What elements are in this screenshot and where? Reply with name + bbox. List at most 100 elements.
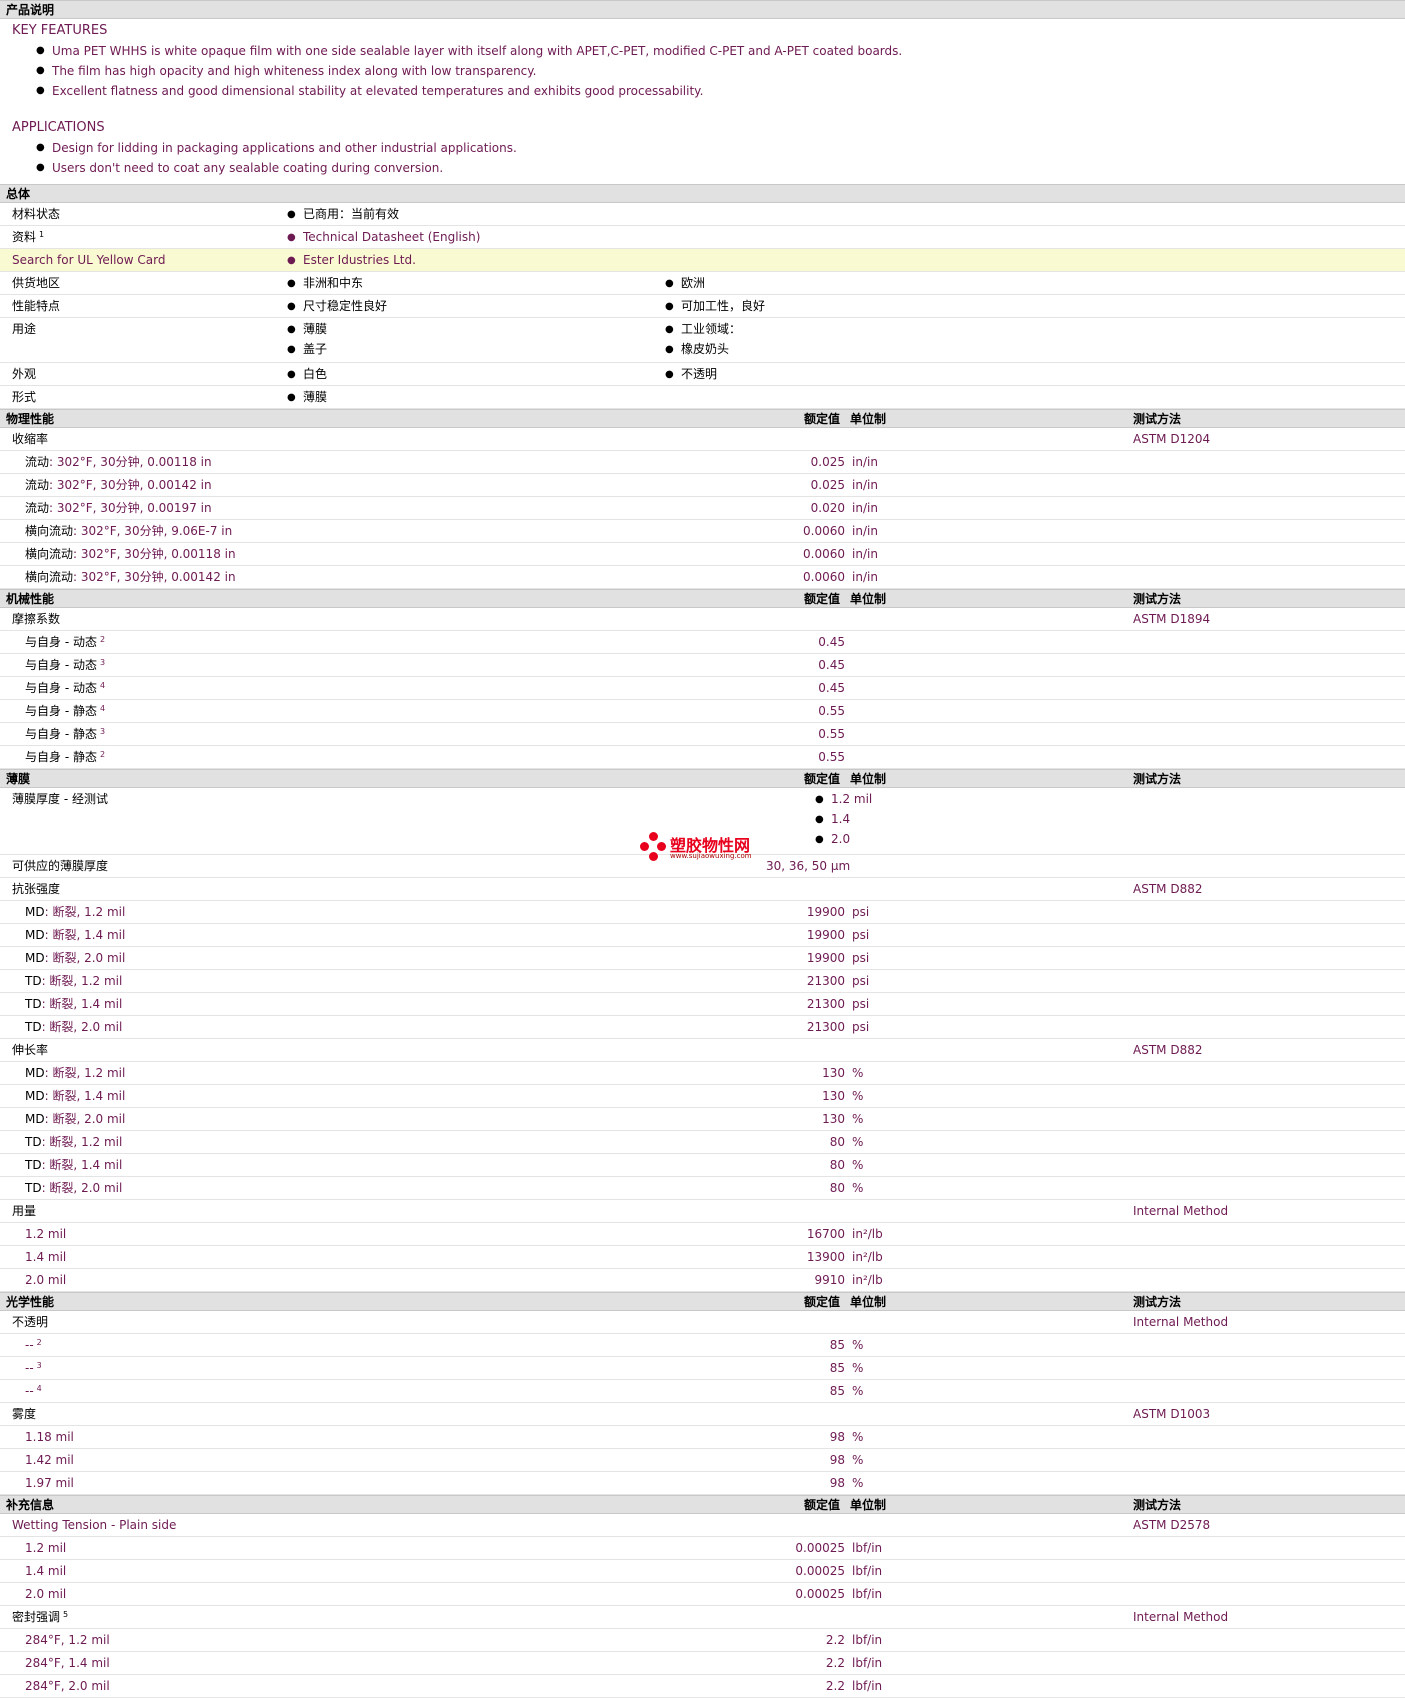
- footnote-marker: 3: [99, 727, 106, 736]
- col-unit-header: 单位制: [850, 1498, 887, 1512]
- features-heading: KEY FEATURES: [12, 23, 108, 38]
- unit-value: psi: [852, 928, 870, 942]
- unit-value: in/in: [852, 570, 878, 584]
- nominal-value: 0.45: [818, 635, 845, 649]
- table-row: 流动: 302°F, 30分钟, 0.00197 in 0.020 in/in: [0, 497, 1405, 520]
- section-title: 光学性能: [6, 1295, 55, 1309]
- property-label: 伸长率: [12, 1043, 49, 1057]
- nominal-value: 130: [822, 1112, 845, 1126]
- supplier-link[interactable]: Ester Idustries Ltd.: [287, 249, 416, 272]
- row-condition: TD: 断裂, 2.0 mil: [25, 1181, 123, 1195]
- table-row: 1.18 mil 98%: [0, 1426, 1405, 1449]
- table-row: 与自身 - 静态 2 0.55: [0, 746, 1405, 769]
- nominal-value: 0.00025: [795, 1564, 845, 1578]
- test-method: ASTM D2578: [1133, 1518, 1211, 1532]
- property-row: 抗张强度 ASTM D882: [0, 878, 1405, 901]
- nominal-value: 2.2: [825, 1656, 845, 1670]
- datasheet-page: 产品说明 KEY FEATURES Uma PET WHHS is white …: [0, 0, 1405, 1698]
- nominal-value: 98: [829, 1453, 845, 1467]
- table-row: 2.0 mil 0.00025 lbf/in: [0, 1583, 1405, 1606]
- row-condition: 横向流动: 302°F, 30分钟, 0.00142 in: [25, 570, 236, 584]
- col-value-header: 额定值: [804, 1295, 841, 1309]
- nominal-value: 0.55: [818, 727, 845, 741]
- unit-value: %: [852, 1112, 864, 1126]
- table-row: -- 4 85%: [0, 1380, 1405, 1403]
- test-method: Internal Method: [1133, 1610, 1229, 1624]
- table-row: 横向流动: 302°F, 30分钟, 0.00118 in 0.0060 in/in: [0, 543, 1405, 566]
- unit-value: in/in: [852, 524, 878, 538]
- unit-value: lbf/in: [852, 1656, 883, 1670]
- unit-value: lbf/in: [852, 1564, 883, 1578]
- unit-value: %: [852, 1384, 864, 1398]
- test-method: Internal Method: [1133, 1204, 1229, 1218]
- unit-value: %: [852, 1476, 864, 1490]
- form-value: 薄膜: [287, 386, 327, 409]
- product-description: KEY FEATURES Uma PET WHHS is white opaqu…: [0, 19, 1405, 184]
- nominal-value: 19900: [806, 951, 845, 965]
- row-label: 用途: [12, 322, 37, 336]
- col-value-header: 额定值: [804, 1498, 841, 1512]
- nominal-value: 21300: [806, 997, 845, 1011]
- row-label: 材料状态: [12, 207, 61, 221]
- row-condition: 与自身 - 静态 3: [25, 727, 106, 741]
- table-row: TD: 断裂, 2.0 mil 21300 psi: [0, 1016, 1405, 1039]
- unit-value: in/in: [852, 547, 878, 561]
- section-header-mechanical: 机械性能 额定值 单位制 测试方法: [0, 589, 1405, 608]
- test-method: ASTM D1204: [1133, 432, 1211, 446]
- row-condition: 流动: 302°F, 30分钟, 0.00142 in: [25, 478, 212, 492]
- section-title: 总体: [6, 187, 31, 201]
- footnote-marker: 3: [99, 658, 106, 667]
- property-label: 用量: [12, 1204, 37, 1218]
- general-row-status: 材料状态 已商用：当前有效: [0, 203, 1405, 226]
- features-list: Uma PET WHHS is white opaque film with o…: [0, 41, 1405, 101]
- unit-value: psi: [852, 974, 870, 988]
- appearance-value: 不透明: [665, 363, 717, 386]
- region-value: 欧洲: [665, 272, 705, 295]
- row-condition: 流动: 302°F, 30分钟, 0.00197 in: [25, 501, 212, 515]
- row-condition: 284°F, 1.2 mil: [25, 1633, 110, 1647]
- property-label: 薄膜厚度 - 经测试: [12, 792, 108, 806]
- row-condition: 与自身 - 动态 2: [25, 635, 106, 649]
- table-row: 284°F, 1.2 mil 2.2 lbf/in: [0, 1629, 1405, 1652]
- footnote-marker: 5: [63, 1610, 69, 1619]
- section-title: 物理性能: [6, 412, 55, 426]
- table-row: 横向流动: 302°F, 30分钟, 9.06E-7 in 0.0060 in/in: [0, 520, 1405, 543]
- nominal-value: 13900: [806, 1250, 845, 1264]
- footnote-marker: 1: [39, 230, 45, 239]
- nominal-value: 21300: [806, 974, 845, 988]
- row-label: 供货地区: [12, 276, 61, 290]
- test-method: ASTM D1894: [1133, 612, 1211, 626]
- table-row: MD: 断裂, 1.2 mil 19900 psi: [0, 901, 1405, 924]
- table-row: MD: 断裂, 2.0 mil 130%: [0, 1108, 1405, 1131]
- section-header-description: 产品说明: [0, 0, 1405, 19]
- nominal-value: 130: [822, 1066, 845, 1080]
- nominal-value: 0.55: [818, 750, 845, 764]
- property-row: 用量 Internal Method: [0, 1200, 1405, 1223]
- unit-value: %: [852, 1453, 864, 1467]
- technical-datasheet-link[interactable]: Technical Datasheet (English): [287, 226, 480, 249]
- property-label: 雾度: [12, 1407, 37, 1421]
- row-condition: 与自身 - 动态 3: [25, 658, 106, 672]
- col-value-header: 额定值: [804, 772, 841, 786]
- table-row: 与自身 - 静态 3 0.55: [0, 723, 1405, 746]
- footnote-marker: 4: [99, 681, 106, 690]
- nominal-value: 2.2: [825, 1679, 845, 1693]
- nominal-value: 21300: [806, 1020, 845, 1034]
- row-condition: MD: 断裂, 1.2 mil: [25, 1066, 126, 1080]
- nominal-value: 85: [829, 1361, 845, 1375]
- nominal-value: 0.0060: [803, 524, 845, 538]
- row-condition: 2.0 mil: [25, 1587, 67, 1601]
- unit-value: %: [852, 1135, 864, 1149]
- ul-yellow-card-link[interactable]: Search for UL Yellow Card: [12, 249, 165, 272]
- col-method-header: 测试方法: [1133, 592, 1182, 606]
- watermark-icon: [640, 832, 668, 864]
- col-method-header: 测试方法: [1133, 1498, 1182, 1512]
- table-row: 流动: 302°F, 30分钟, 0.00118 in 0.025 in/in: [0, 451, 1405, 474]
- table-row: MD: 断裂, 1.4 mil 130%: [0, 1085, 1405, 1108]
- footnote-marker: 2: [36, 1338, 42, 1347]
- nominal-value: 0.45: [818, 658, 845, 672]
- unit-value: %: [852, 1430, 864, 1444]
- unit-value: %: [852, 1181, 864, 1195]
- unit-value: %: [852, 1089, 864, 1103]
- section-header-optical: 光学性能 额定值 单位制 测试方法: [0, 1292, 1405, 1311]
